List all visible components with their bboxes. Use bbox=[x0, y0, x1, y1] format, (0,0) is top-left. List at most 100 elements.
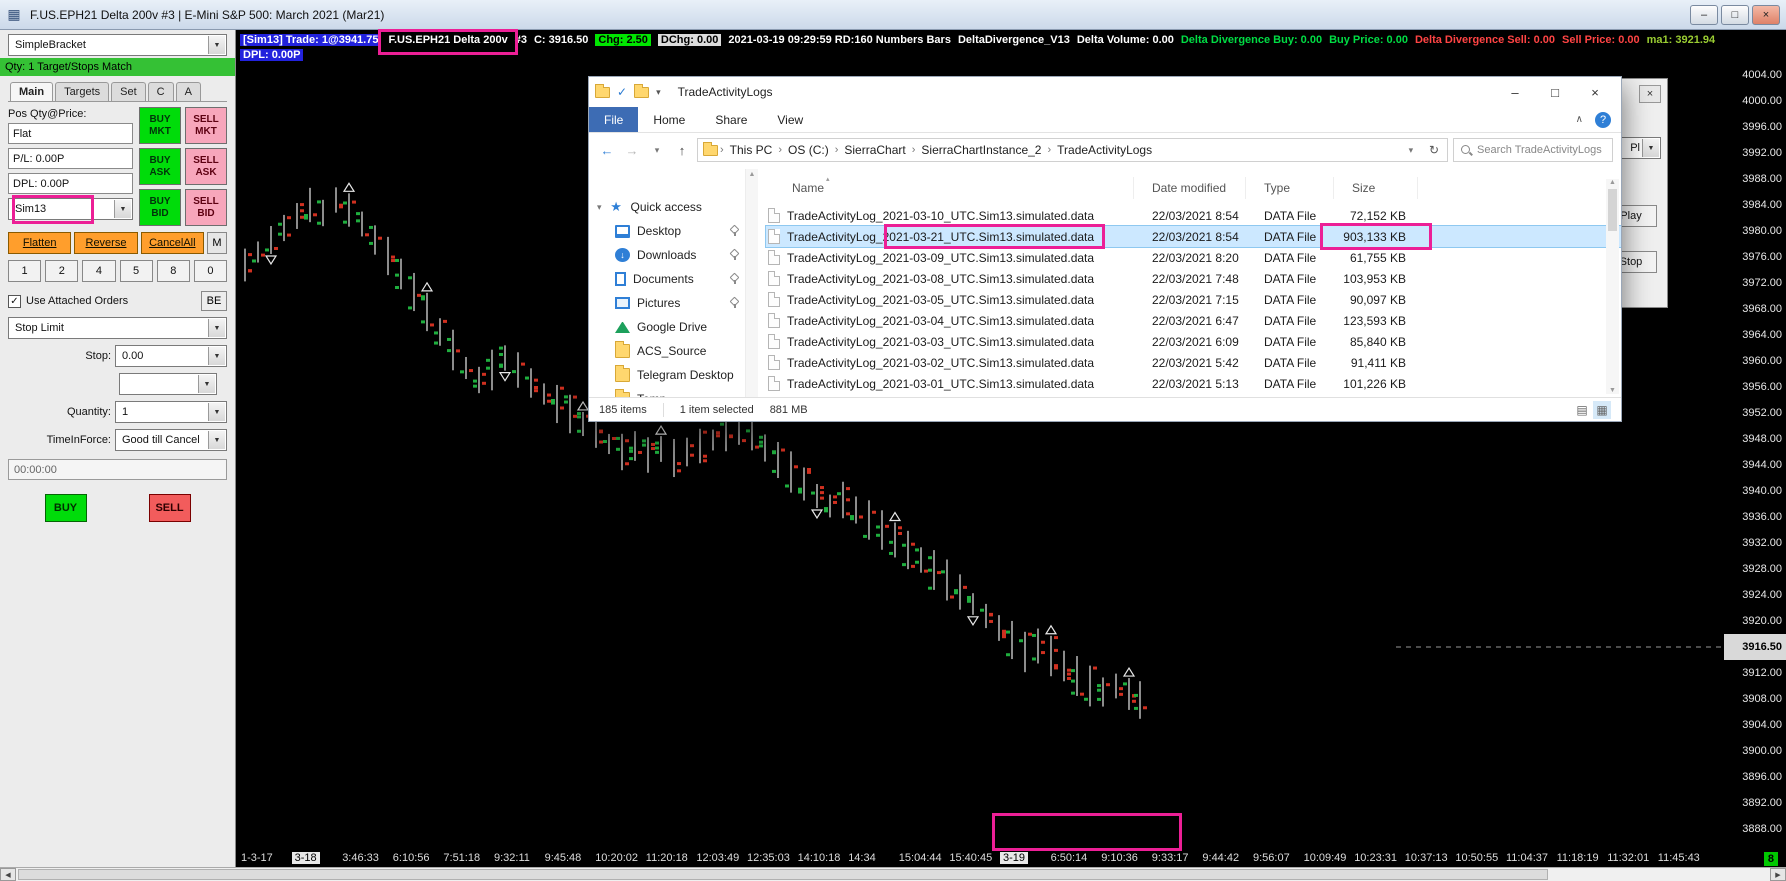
thumbnails-view-icon[interactable] bbox=[1593, 400, 1611, 419]
cancel-all-button[interactable]: CancelAll bbox=[140, 232, 204, 254]
scrollbar-thumb[interactable] bbox=[1608, 189, 1617, 231]
file-row[interactable]: TradeActivityLog_2021-03-03_UTC.Sim13.si… bbox=[766, 331, 1621, 352]
sidebar-scrollbar[interactable] bbox=[745, 169, 758, 397]
minimize-icon[interactable] bbox=[1495, 78, 1535, 106]
breadcrumb-item[interactable]: OS (C:) bbox=[783, 143, 834, 157]
horizontal-scrollbar[interactable] bbox=[0, 867, 1786, 881]
buy-ask-button[interactable]: BUY ASK bbox=[139, 148, 181, 185]
reverse-button[interactable]: Reverse bbox=[74, 232, 138, 254]
breadcrumb-item[interactable]: TradeActivityLogs bbox=[1052, 143, 1157, 157]
file-row[interactable]: TradeActivityLog_2021-03-10_UTC.Sim13.si… bbox=[766, 205, 1621, 226]
price-scale[interactable]: 4004.00 4000.00 3996.00 3992.00 3988.00 3984.… bbox=[1724, 30, 1786, 867]
quantity-input[interactable]: 1 bbox=[115, 401, 227, 423]
sidebar-item-desktop[interactable]: Desktop bbox=[589, 219, 745, 243]
file-row[interactable]: TradeActivityLog_2021-03-05_UTC.Sim13.si… bbox=[766, 289, 1621, 310]
tab-set[interactable]: Set bbox=[111, 82, 146, 101]
sidebar-item-documents[interactable]: Documents bbox=[589, 267, 745, 291]
file-row[interactable]: TradeActivityLog_2021-03-21_UTC.Sim13.si… bbox=[765, 225, 1621, 248]
check-icon[interactable] bbox=[617, 85, 627, 99]
up-icon[interactable] bbox=[672, 139, 692, 161]
breadcrumb-item[interactable]: This PC bbox=[725, 143, 778, 157]
qty-preset-8[interactable]: 8 bbox=[156, 260, 190, 282]
scroll-right-icon[interactable] bbox=[1770, 868, 1786, 881]
menu-view[interactable]: View bbox=[762, 107, 818, 132]
flatten-button[interactable]: Flatten bbox=[8, 232, 72, 254]
sidebar-item-google-drive[interactable]: Google Drive bbox=[589, 315, 745, 339]
breadcrumb-item[interactable]: SierraChart bbox=[839, 143, 910, 157]
forward-icon[interactable] bbox=[622, 139, 642, 161]
close-icon[interactable]: × bbox=[1639, 85, 1661, 103]
address-dropdown-icon[interactable] bbox=[1401, 139, 1421, 161]
account-select[interactable]: Sim13 bbox=[8, 198, 133, 220]
file-row[interactable]: TradeActivityLog_2021-03-04_UTC.Sim13.si… bbox=[766, 310, 1621, 331]
stop-price-input[interactable]: 0.00 bbox=[115, 345, 227, 367]
file-row[interactable]: TradeActivityLog_2021-03-02_UTC.Sim13.si… bbox=[766, 352, 1621, 373]
file-row[interactable]: TradeActivityLog_2021-03-09_UTC.Sim13.si… bbox=[766, 247, 1621, 268]
buy-bid-button[interactable]: BUY BID bbox=[139, 189, 181, 226]
buy-button[interactable]: BUY bbox=[44, 494, 87, 522]
details-view-icon[interactable] bbox=[1573, 401, 1591, 419]
sell-ask-button[interactable]: SELL ASK bbox=[185, 148, 227, 185]
menu-file[interactable]: File bbox=[589, 107, 639, 132]
scroll-down-icon[interactable] bbox=[1609, 387, 1616, 394]
search-input[interactable]: Search TradeActivityLogs bbox=[1453, 138, 1613, 162]
order-type-select[interactable]: Stop Limit bbox=[8, 317, 227, 339]
order-preset-select[interactable]: SimpleBracket bbox=[8, 34, 227, 56]
tif-select[interactable]: Good till Cancel bbox=[115, 429, 227, 451]
menu-home[interactable]: Home bbox=[638, 107, 700, 132]
time-field[interactable]: 00:00:00 bbox=[8, 459, 227, 480]
tab-a[interactable]: A bbox=[175, 82, 201, 101]
scroll-up-icon[interactable] bbox=[749, 171, 756, 397]
sell-button[interactable]: SELL bbox=[148, 494, 191, 522]
qty-preset-5[interactable]: 5 bbox=[119, 260, 153, 282]
breakeven-button[interactable]: BE bbox=[201, 291, 227, 311]
file-list-scrollbar[interactable] bbox=[1606, 179, 1619, 394]
file-row[interactable]: TradeActivityLog_2021-03-01_UTC.Sim13.si… bbox=[766, 373, 1621, 394]
sidebar-item-telegram-desktop[interactable]: Telegram Desktop bbox=[589, 363, 745, 387]
sell-bid-button[interactable]: SELL BID bbox=[185, 189, 227, 226]
m-button[interactable]: M bbox=[206, 232, 227, 254]
qty-preset-2[interactable]: 2 bbox=[45, 260, 79, 282]
column-header-name[interactable]: Name bbox=[766, 177, 1134, 199]
close-icon[interactable] bbox=[1752, 4, 1780, 25]
close-icon[interactable] bbox=[1575, 78, 1615, 106]
menu-share[interactable]: Share bbox=[700, 107, 762, 132]
scrollbar-thumb[interactable] bbox=[18, 869, 1548, 880]
sidebar-item-pictures[interactable]: Pictures bbox=[589, 291, 745, 315]
column-header-size[interactable]: Size bbox=[1334, 177, 1418, 199]
time-axis[interactable]: 1-3-17 3-18 3:46:33 6:10:56 7:51:18 9:32:11 9:… bbox=[236, 851, 1724, 867]
ribbon-collapse-icon[interactable] bbox=[1576, 114, 1583, 125]
explorer-titlebar[interactable]: TradeActivityLogs bbox=[589, 77, 1621, 107]
refresh-icon[interactable] bbox=[1429, 143, 1439, 157]
sidebar-item-quick-access[interactable]: Quick access bbox=[589, 195, 745, 219]
minimize-icon[interactable] bbox=[1690, 4, 1718, 25]
use-attached-orders-checkbox[interactable] bbox=[8, 294, 21, 308]
sell-mkt-button[interactable]: SELL MKT bbox=[185, 107, 227, 144]
tab-targets[interactable]: Targets bbox=[55, 82, 110, 101]
sidebar-item-acs-source[interactable]: ACS_Source bbox=[589, 339, 745, 363]
breadcrumb[interactable]: This PC OS (C:) SierraChart SierraChartInst… bbox=[697, 138, 1448, 162]
help-icon[interactable] bbox=[1595, 111, 1611, 128]
tab-main[interactable]: Main bbox=[10, 82, 54, 101]
maximize-icon[interactable] bbox=[1721, 4, 1749, 25]
file-name-cell: TradeActivityLog_2021-03-08_UTC.Sim13.si… bbox=[766, 271, 1134, 286]
qty-preset-0[interactable]: 0 bbox=[193, 260, 228, 282]
secondary-price-input[interactable] bbox=[119, 373, 217, 395]
buy-mkt-button[interactable]: BUY MKT bbox=[139, 107, 181, 144]
column-header-date[interactable]: Date modified bbox=[1134, 177, 1246, 199]
qty-preset-1[interactable]: 1 bbox=[8, 260, 42, 282]
scroll-up-icon[interactable] bbox=[1609, 179, 1616, 186]
scroll-left-icon[interactable] bbox=[0, 868, 16, 881]
file-row[interactable]: TradeActivityLog_2021-03-08_UTC.Sim13.si… bbox=[766, 268, 1621, 289]
tab-c[interactable]: C bbox=[147, 82, 174, 101]
sidebar-item-downloads[interactable]: Downloads bbox=[589, 243, 745, 267]
breadcrumb-item[interactable]: SierraChartInstance_2 bbox=[916, 143, 1046, 157]
column-header-type[interactable]: Type bbox=[1246, 177, 1334, 199]
history-dropdown-icon[interactable] bbox=[647, 139, 667, 161]
sidebar-item-temp[interactable]: Temp bbox=[589, 387, 745, 397]
chevron-down-icon[interactable] bbox=[656, 87, 661, 98]
maximize-icon[interactable] bbox=[1535, 78, 1575, 106]
price-label: 3920.00 bbox=[1742, 615, 1782, 627]
back-icon[interactable] bbox=[597, 139, 617, 161]
qty-preset-4[interactable]: 4 bbox=[82, 260, 116, 282]
